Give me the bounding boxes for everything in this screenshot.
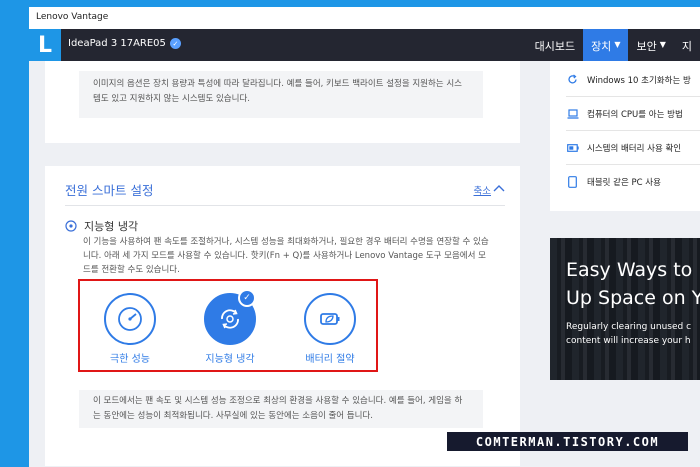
article-title: 태블릿 같은 PC 사용 [587,178,661,188]
feature-title: 지능형 냉각 [84,220,139,233]
mode-battery-saver[interactable]: 배터리 절약 [285,293,375,365]
device-info: IdeaPad 3 17ARE05 ✓ [68,38,181,49]
cooling-fan-icon [65,220,77,232]
chevron-up-icon [493,185,505,192]
article-title: 컴퓨터의 CPU를 아는 방법 [587,109,683,120]
nav-security-label: 보안 [636,40,657,53]
nav-dashboard[interactable]: 대시보드 [527,29,583,61]
lenovo-vantage-window: Lenovo Vantage L IdeaPad 3 17ARE05 ✓ 대시보… [29,7,700,467]
cooling-fan-icon [221,309,239,329]
article-item[interactable]: 시스템의 배터리 사용 확인 [566,131,700,165]
mode-circle [104,293,156,345]
battery-icon [566,143,579,152]
thermal-mode-selector: 극한 성능 ✓ 지능형 냉각 배터리 절약 [78,279,378,372]
chevron-down-icon: ▼ [659,40,666,49]
nav-dashboard-label: 대시보드 [534,40,576,53]
power-smart-settings-card: 전원 스마트 설정 축소 지능형 냉각 이 기능을 사용하여 팬 속도를 조절하… [45,166,520,466]
article-title: 시스템의 배터리 사용 확인 [587,143,682,154]
app-header: L IdeaPad 3 17ARE05 ✓ 대시보드 장치 ▼ 보안 ▼ 지 [29,29,700,61]
promo-title: Easy Ways to F Up Space on Y [566,259,700,309]
promo-subtitle: Regularly clearing unused c content will… [566,322,692,346]
main-content: 이미지의 옵션은 장치 용량과 특성에 따라 달라집니다. 예를 들어, 키보드… [29,61,700,467]
refresh-icon [566,74,579,85]
window-titlebar: Lenovo Vantage [29,7,700,29]
article-title: Windows 10 초기화하는 방 [587,75,691,86]
divider [65,205,505,206]
top-nav: 대시보드 장치 ▼ 보안 ▼ 지 [527,29,700,61]
mode-intelligent-cooling[interactable]: ✓ 지능형 냉각 [185,289,275,365]
related-articles-list: Windows 10 초기화하는 방 컴퓨터의 CPU를 아는 방법 시스템의 … [550,61,700,211]
watermark: COMTERMAN.TISTORY.COM [447,432,688,451]
options-note: 이미지의 옵션은 장치 용량과 특성에 따라 달라집니다. 예를 들어, 키보드… [79,71,483,118]
mode-description-note: 이 모드에서는 팬 속도 및 시스템 성능 조정으로 최상의 환경을 사용할 수… [79,390,483,428]
mode-circle [304,293,356,345]
article-item[interactable]: 컴퓨터의 CPU를 아는 방법 [566,97,700,131]
device-name: IdeaPad 3 17ARE05 [68,38,166,49]
selected-check-icon: ✓ [238,289,256,307]
tablet-icon [566,176,579,188]
mode-label: 지능형 냉각 [205,354,255,365]
window-title: Lenovo Vantage [36,12,109,22]
chevron-down-icon: ▼ [614,40,621,49]
nav-security[interactable]: 보안 ▼ [628,29,673,61]
settings-card-top: 이미지의 옵션은 장치 용량과 특성에 따라 달라집니다. 예를 들어, 키보드… [45,61,520,143]
nav-device-label: 장치 [591,40,612,53]
speedometer-icon [118,307,142,331]
laptop-icon [566,108,579,119]
collapse-button[interactable]: 축소 [474,183,505,197]
mode-label: 극한 성능 [110,354,150,365]
article-item[interactable]: 태블릿 같은 PC 사용 [566,165,700,199]
battery-leaf-icon [320,313,340,325]
lenovo-logo[interactable]: L [29,29,61,61]
mode-extreme-performance[interactable]: 극한 성능 [85,293,175,365]
feature-description: 이 기능을 사용하여 팬 속도를 조절하거나, 시스템 성능을 최대화하거나, … [83,237,489,275]
mode-label: 배터리 절약 [305,354,355,365]
nav-device[interactable]: 장치 ▼ [583,29,629,61]
collapse-label: 축소 [473,186,491,197]
feature-header: 지능형 냉각 [65,218,138,234]
nav-support[interactable]: 지 [674,29,700,61]
nav-support-label: 지 [681,40,692,53]
verified-check-icon: ✓ [169,38,181,49]
section-title: 전원 스마트 설정 [65,183,154,198]
promo-banner[interactable]: Easy Ways to F Up Space on Y Regularly c… [550,238,700,380]
article-item[interactable]: Windows 10 초기화하는 방 [566,63,700,97]
